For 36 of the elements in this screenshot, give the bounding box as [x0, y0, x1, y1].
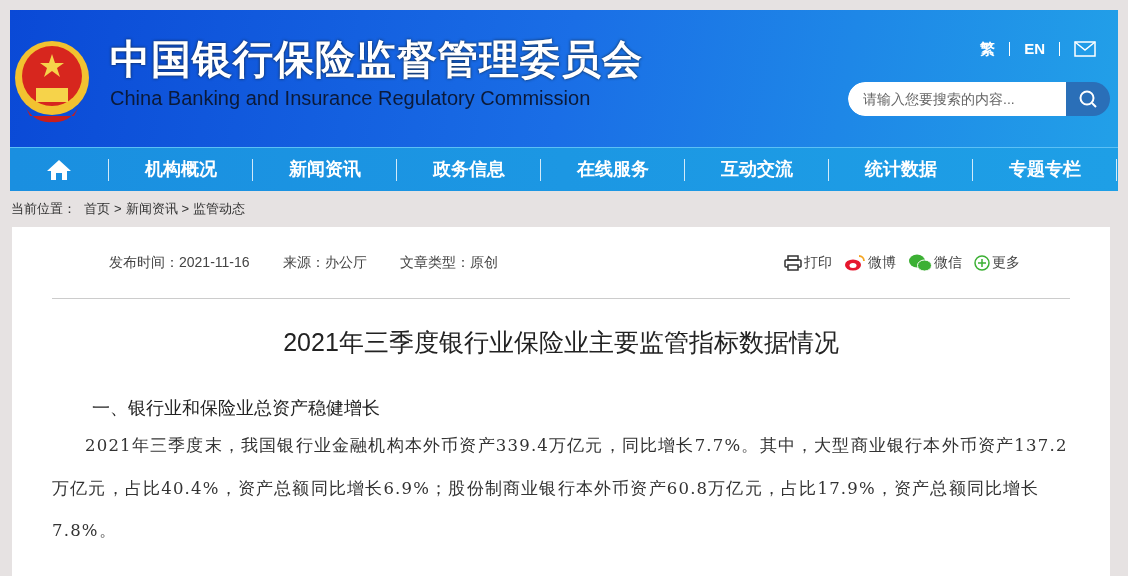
- nav-link[interactable]: 互动交流: [720, 156, 793, 183]
- printer-icon: [784, 254, 802, 271]
- site-title: 中国银行保险监督管理委员会: [110, 36, 643, 83]
- nav-link[interactable]: 统计数据: [864, 156, 937, 183]
- nav-link[interactable]: 在线服务: [576, 156, 649, 183]
- article-paragraph: 2021年三季度末，我国银行业金融机构本外币资产339.4万亿元，同比增长7.7%。其中，大型商业银行本外币资产137.2万亿元，占比40.4%，资产总额同比增长6.9%；股份制商业银行本外币资产60.8万亿元，占比17.9%，资产总额同比增长7.8%。: [52, 435, 1069, 542]
- search-icon: [1078, 89, 1098, 109]
- breadcrumb-separator: >: [181, 200, 190, 219]
- breadcrumb-label: 当前位置：: [11, 200, 76, 219]
- site-subtitle: China Banking and Insurance Regulatory Commission: [110, 86, 592, 111]
- language-link[interactable]: EN: [1024, 38, 1045, 61]
- breadcrumb-separator: >: [114, 200, 122, 219]
- weibo-share-link[interactable]: 微博: [868, 252, 896, 273]
- nav-link[interactable]: 新闻资讯: [288, 156, 361, 183]
- search-field[interactable]: 请输入您要搜索的内容...: [848, 82, 1066, 116]
- article-meta: 发布时间：2021-11-16: [109, 253, 250, 272]
- breadcrumb-link[interactable]: 监管动态: [193, 199, 246, 219]
- print-link[interactable]: 打印: [804, 252, 832, 273]
- wechat-share-link[interactable]: 微信: [934, 252, 962, 273]
- article-meta: 来源：办公厅: [282, 253, 367, 272]
- more-share-link[interactable]: 更多: [992, 252, 1020, 273]
- section-heading: 一、银行业和保险业总资产稳健增长: [92, 397, 381, 420]
- wechat-icon: [908, 253, 932, 272]
- mail-icon[interactable]: [1074, 41, 1096, 58]
- article-title: 2021年三季度银行业保险业主要监管指标数据情况: [282, 327, 840, 358]
- search-button[interactable]: [1066, 82, 1110, 116]
- nav-link[interactable]: 政务信息: [432, 156, 505, 183]
- breadcrumb-link[interactable]: 新闻资讯: [125, 199, 178, 219]
- nav-link[interactable]: 机构概况: [144, 156, 217, 183]
- nav-link[interactable]: 专题专栏: [1008, 156, 1081, 183]
- language-link[interactable]: 繁: [980, 38, 996, 61]
- weibo-icon: [844, 254, 866, 271]
- plus-icon: [974, 254, 990, 271]
- article-meta: 文章类型：原创: [399, 253, 498, 272]
- home-icon[interactable]: [46, 158, 72, 181]
- breadcrumb-link[interactable]: 首页: [84, 199, 110, 219]
